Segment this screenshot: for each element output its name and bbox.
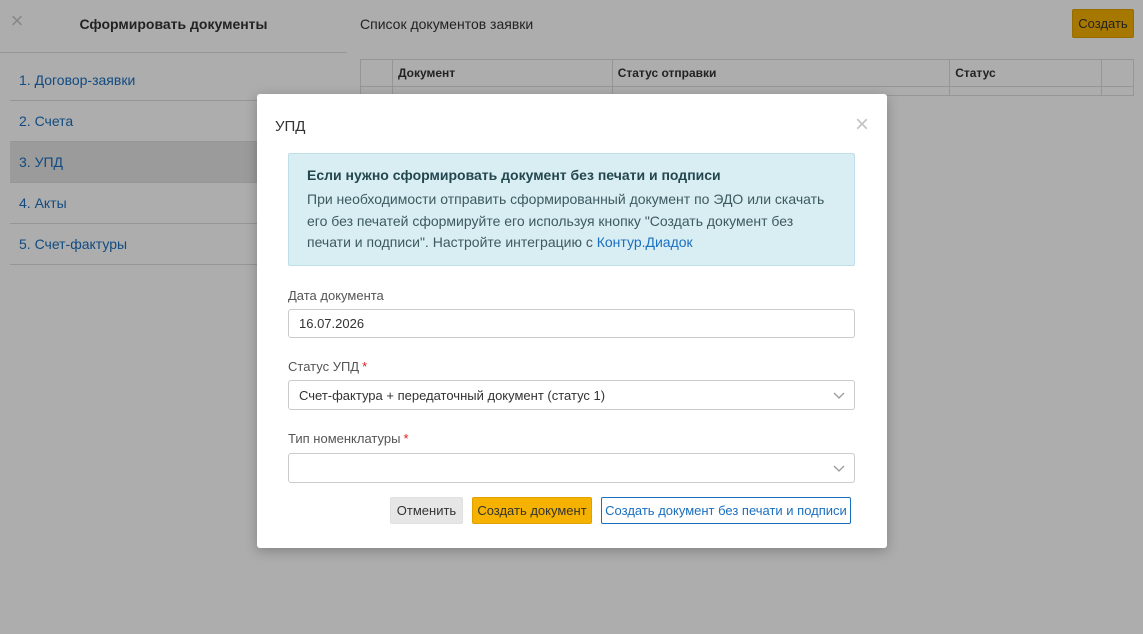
alert-body: При необходимости отправить сформированн… [307,191,825,250]
diadoc-link[interactable]: Контур.Диадок [597,234,693,250]
status-label: Статус УПД * [288,359,367,374]
status-label-text: Статус УПД [288,359,360,374]
close-icon[interactable]: × [853,113,871,137]
info-alert: Если нужно сформировать документ без печ… [288,153,855,266]
chevron-down-icon [833,465,845,472]
create-document-button[interactable]: Создать документ [472,497,592,524]
status-select[interactable]: Счет-фактура + передаточный документ (ст… [288,380,855,410]
nomenclature-label: Тип номенклатуры * [288,431,409,446]
upd-modal: УПД × Если нужно сформировать документ б… [257,94,887,548]
nomenclature-select[interactable] [288,453,855,483]
alert-title: Если нужно сформировать документ без печ… [307,167,721,183]
cancel-button[interactable]: Отменить [390,497,463,524]
status-select-value: Счет-фактура + передаточный документ (ст… [299,388,606,403]
required-mark: * [403,431,409,446]
chevron-down-icon [833,392,845,399]
modal-title: УПД [275,118,306,135]
date-input[interactable] [288,309,855,338]
create-without-stamp-button[interactable]: Создать документ без печати и подписи [601,497,851,524]
nomenclature-label-text: Тип номенклатуры [288,431,401,446]
alert-text: При необходимости отправить сформированн… [307,189,836,254]
date-label: Дата документа [288,288,384,303]
required-mark: * [362,359,368,374]
